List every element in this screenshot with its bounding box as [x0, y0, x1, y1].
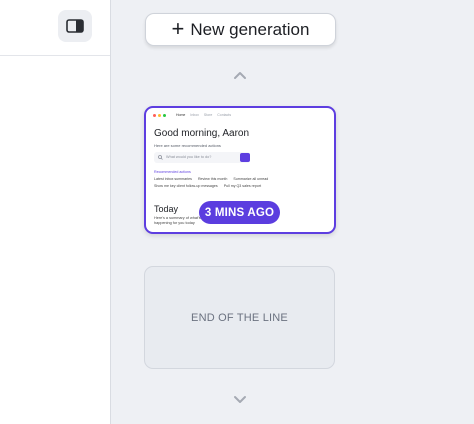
chevron-down-icon[interactable]: [232, 395, 248, 405]
app-root: + New generation Home Inbox Store Contac…: [0, 0, 474, 424]
thumbnail-recommended-label: Recommended actions: [154, 170, 191, 174]
new-generation-button[interactable]: + New generation: [145, 13, 336, 46]
sidebar-divider: [0, 55, 110, 56]
thumbnail-input: What would you like to do?: [154, 152, 250, 163]
thumbnail-action: Summarize all unread: [233, 177, 269, 181]
plus-icon: +: [171, 15, 185, 41]
sidebar: [0, 0, 111, 424]
thumbnail-subtitle: Here are some recommended actions: [154, 143, 221, 148]
thumbnail-nav: Home Inbox Store Contacts: [176, 113, 231, 117]
sidebar-toggle-button[interactable]: [58, 10, 92, 42]
thumbnail-input-placeholder: What would you like to do?: [166, 155, 212, 159]
time-ago-badge: 3 MINS AGO: [199, 201, 280, 224]
thumbnail-action: Pull my Q3 sales report: [223, 184, 262, 188]
thumbnail-today-title: Today: [154, 204, 179, 214]
send-icon: [240, 153, 250, 162]
sidebar-panel-icon: [66, 19, 84, 33]
thumbnail-action: Latest inbox summaries: [154, 177, 192, 181]
new-generation-label: New generation: [190, 19, 310, 39]
window-dot-icon: [158, 113, 161, 117]
chevron-up-icon[interactable]: [232, 70, 248, 80]
thumbnail-nav-item: Inbox: [190, 113, 199, 117]
window-dot-icon: [153, 113, 156, 117]
thumbnail-action: Review this month: [197, 177, 228, 181]
thumbnail-actions-row: Show me key client follow-up messages Pu…: [154, 184, 261, 188]
thumbnail-greeting: Good morning, Aaron: [154, 128, 250, 139]
search-icon: [158, 155, 163, 160]
thumbnail-nav-item: Contacts: [217, 113, 232, 117]
window-dot-icon: [163, 113, 166, 117]
thumbnail-nav-item: Home: [176, 113, 186, 117]
end-of-line-card: END OF THE LINE: [144, 266, 335, 369]
main-panel: + New generation Home Inbox Store Contac…: [111, 0, 474, 424]
thumbnail-actions-row: Latest inbox summaries Review this month…: [154, 177, 268, 181]
thumbnail-action: Show me key client follow-up messages: [154, 184, 218, 188]
end-of-line-label: END OF THE LINE: [191, 311, 288, 324]
thumbnail-nav-item: Store: [203, 113, 213, 117]
thumbnail-topbar: Home Inbox Store Contacts: [153, 112, 231, 118]
